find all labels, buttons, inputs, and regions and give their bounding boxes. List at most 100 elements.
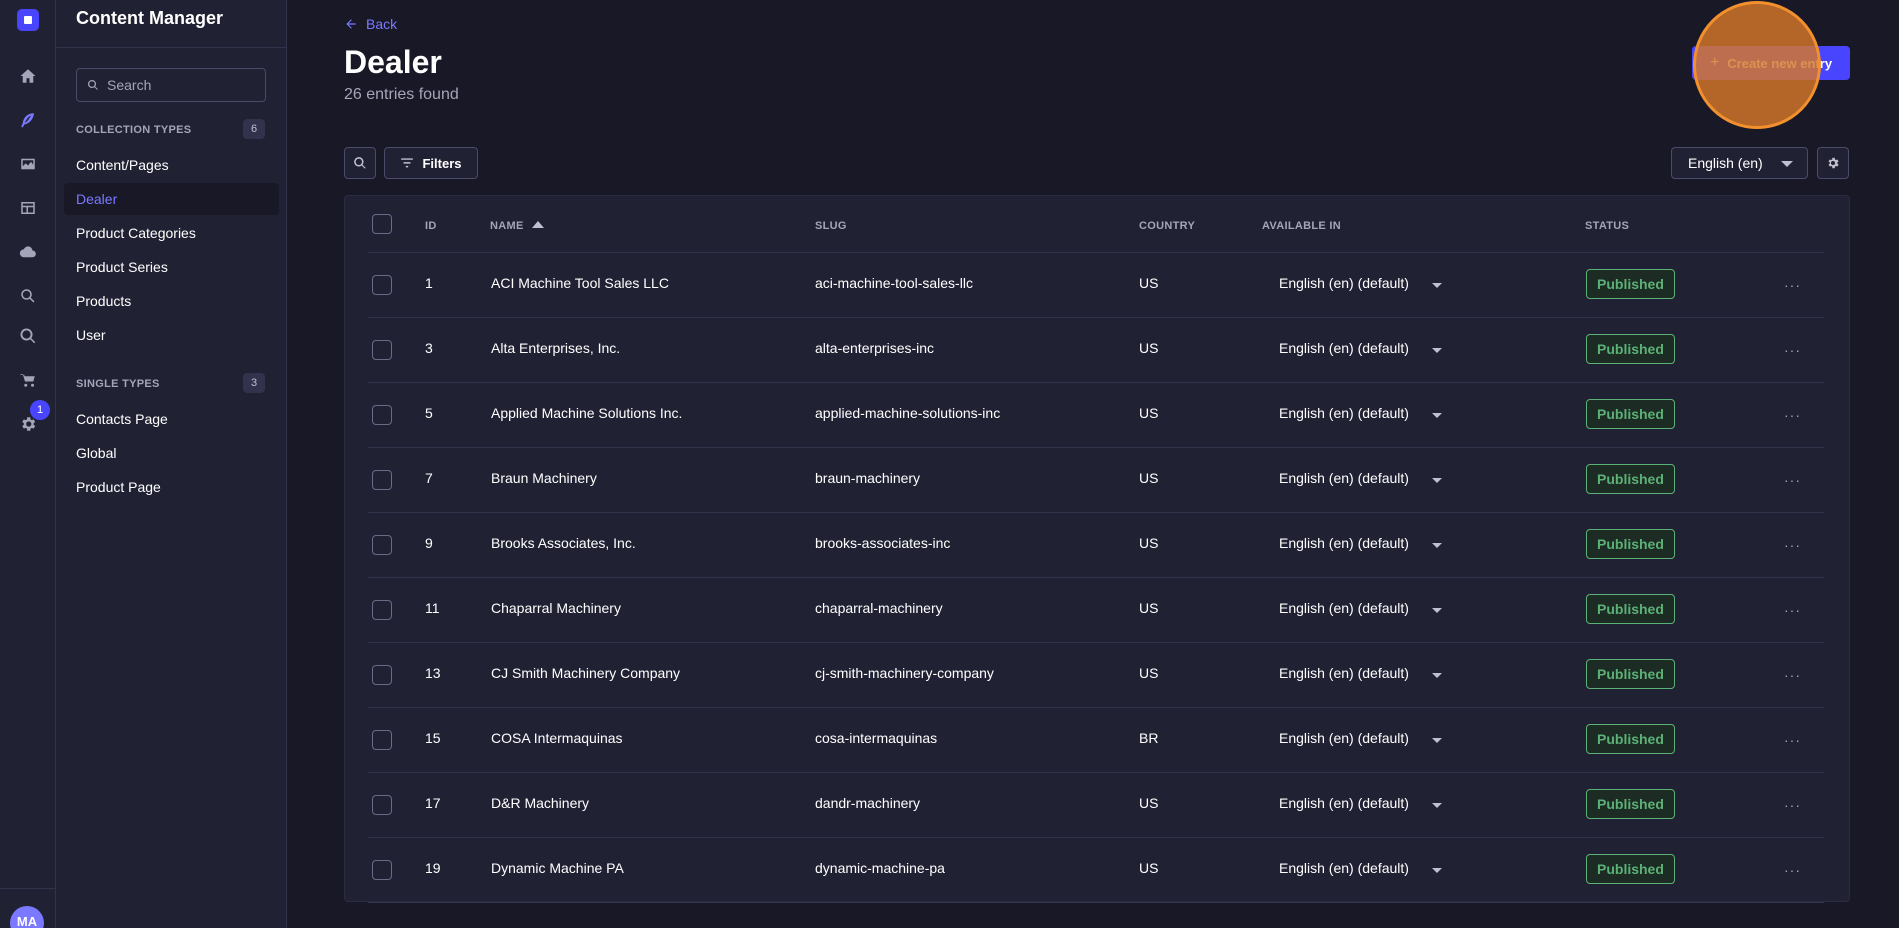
create-new-entry-button[interactable]: + Create new entry <box>1692 46 1850 80</box>
more-actions-icon[interactable]: ··· <box>1784 862 1801 878</box>
chevron-down-icon[interactable] <box>1432 283 1442 288</box>
cell-id: 15 <box>425 730 441 746</box>
row-checkbox[interactable] <box>372 860 392 880</box>
chevron-down-icon[interactable] <box>1432 348 1442 353</box>
table-row[interactable]: 5 Applied Machine Solutions Inc. applied-m… <box>368 383 1824 448</box>
cell-slug: alta-enterprises-inc <box>815 340 935 356</box>
plus-icon: + <box>1709 54 1720 71</box>
cell-available-in[interactable]: English (en) (default) <box>1279 470 1409 486</box>
row-checkbox[interactable] <box>372 275 392 295</box>
more-actions-icon[interactable]: ··· <box>1784 797 1801 813</box>
nav-item-products[interactable]: Products <box>64 285 279 317</box>
view-settings-button[interactable] <box>1817 147 1849 179</box>
chevron-down-icon[interactable] <box>1432 543 1442 548</box>
subnav-search[interactable] <box>76 68 266 102</box>
cell-available-in[interactable]: English (en) (default) <box>1279 340 1409 356</box>
cell-available-in[interactable]: English (en) (default) <box>1279 730 1409 746</box>
sort-ascending-icon[interactable] <box>531 221 544 228</box>
column-header-name[interactable]: NAME <box>490 220 544 232</box>
back-label: Back <box>366 16 398 32</box>
chevron-down-icon[interactable] <box>1432 738 1442 743</box>
table-row[interactable]: 1 ACI Machine Tool Sales LLC aci-machine-t… <box>368 253 1824 318</box>
locale-select[interactable]: English (en) <box>1671 147 1808 179</box>
row-checkbox[interactable] <box>372 795 392 815</box>
chevron-down-icon <box>1781 161 1793 167</box>
status-badge: Published <box>1586 399 1675 429</box>
table-row[interactable]: 9 Brooks Associates, Inc. brooks-associate… <box>368 513 1824 578</box>
more-actions-icon[interactable]: ··· <box>1784 537 1801 553</box>
strapi-logo[interactable] <box>17 9 39 31</box>
cell-available-in[interactable]: English (en) (default) <box>1279 860 1409 876</box>
row-checkbox[interactable] <box>372 535 392 555</box>
table-row[interactable]: 13 CJ Smith Machinery Company cj-smith-mac… <box>368 643 1824 708</box>
table-row[interactable]: 11 Chaparral Machinery chaparral-machinery… <box>368 578 1824 643</box>
more-actions-icon[interactable]: ··· <box>1784 342 1801 358</box>
chevron-down-icon[interactable] <box>1432 478 1442 483</box>
row-checkbox[interactable] <box>372 665 392 685</box>
cell-available-in[interactable]: English (en) (default) <box>1279 665 1409 681</box>
subnav-search-input[interactable] <box>107 77 257 93</box>
cell-slug: dandr-machinery <box>815 795 921 811</box>
more-actions-icon[interactable]: ··· <box>1784 472 1801 488</box>
nav-item-dealer[interactable]: Dealer <box>64 183 279 215</box>
cell-name: Brooks Associates, Inc. <box>491 535 636 551</box>
row-checkbox[interactable] <box>372 340 392 360</box>
cart-icon[interactable] <box>16 368 40 392</box>
row-checkbox[interactable] <box>372 405 392 425</box>
nav-item-global[interactable]: Global <box>64 437 279 469</box>
more-actions-icon[interactable]: ··· <box>1784 732 1801 748</box>
media-icon[interactable] <box>16 152 40 176</box>
filter-icon <box>401 158 414 168</box>
cell-name: COSA Intermaquinas <box>491 730 623 746</box>
nav-item-product-page[interactable]: Product Page <box>64 471 279 503</box>
cell-available-in[interactable]: English (en) (default) <box>1279 275 1409 291</box>
table-row[interactable]: 3 Alta Enterprises, Inc. alta-enterprises-… <box>368 318 1824 383</box>
nav-item-product-series[interactable]: Product Series <box>64 251 279 283</box>
entries-count: 26 entries found <box>344 86 459 103</box>
filters-label: Filters <box>422 155 462 171</box>
row-checkbox[interactable] <box>372 470 392 490</box>
main-nav-rail: 1 MA <box>0 0 56 928</box>
column-header-slug[interactable]: SLUG <box>815 220 847 232</box>
row-checkbox[interactable] <box>372 730 392 750</box>
chevron-down-icon[interactable] <box>1432 673 1442 678</box>
cell-slug: braun-machinery <box>815 470 921 486</box>
chevron-down-icon[interactable] <box>1432 803 1442 808</box>
nav-item-user[interactable]: User <box>64 319 279 351</box>
more-actions-icon[interactable]: ··· <box>1784 667 1801 683</box>
search-icon[interactable] <box>16 284 40 308</box>
user-avatar[interactable]: MA <box>10 906 44 928</box>
table-row[interactable]: 7 Braun Machinery braun-machinery US English… <box>368 448 1824 513</box>
row-checkbox[interactable] <box>372 600 392 620</box>
cell-available-in[interactable]: English (en) (default) <box>1279 795 1409 811</box>
more-actions-icon[interactable]: ··· <box>1784 277 1801 293</box>
table-row[interactable]: 17 D&R Machinery dandr-machinery US English … <box>368 773 1824 838</box>
magnifier-icon[interactable] <box>16 324 40 348</box>
column-header-country[interactable]: COUNTRY <box>1139 220 1195 232</box>
select-all-checkbox[interactable] <box>372 214 392 234</box>
layout-icon[interactable] <box>16 196 40 220</box>
filters-button[interactable]: Filters <box>384 147 478 179</box>
column-header-id[interactable]: ID <box>425 220 437 232</box>
cell-country: US <box>1139 405 1159 421</box>
chevron-down-icon[interactable] <box>1432 413 1442 418</box>
more-actions-icon[interactable]: ··· <box>1784 407 1801 423</box>
table-search-button[interactable] <box>344 147 376 179</box>
home-icon[interactable] <box>16 64 40 88</box>
nav-item-product-categories[interactable]: Product Categories <box>64 217 279 249</box>
more-actions-icon[interactable]: ··· <box>1784 602 1801 618</box>
cell-available-in[interactable]: English (en) (default) <box>1279 600 1409 616</box>
chevron-down-icon[interactable] <box>1432 868 1442 873</box>
cloud-icon[interactable] <box>16 240 40 264</box>
cell-available-in[interactable]: English (en) (default) <box>1279 405 1409 421</box>
table-row[interactable]: 19 Dynamic Machine PA dynamic-machine-pa US… <box>368 838 1824 903</box>
nav-item-content-pages[interactable]: Content/Pages <box>64 149 279 181</box>
back-link[interactable]: Back <box>344 16 397 32</box>
table-row[interactable]: 15 COSA Intermaquinas cosa-intermaquinas BR… <box>368 708 1824 773</box>
status-badge: Published <box>1586 789 1675 819</box>
feather-icon[interactable] <box>16 108 40 132</box>
nav-item-contacts-page[interactable]: Contacts Page <box>64 403 279 435</box>
column-header-available-in: AVAILABLE IN <box>1262 220 1341 232</box>
chevron-down-icon[interactable] <box>1432 608 1442 613</box>
cell-available-in[interactable]: English (en) (default) <box>1279 535 1409 551</box>
